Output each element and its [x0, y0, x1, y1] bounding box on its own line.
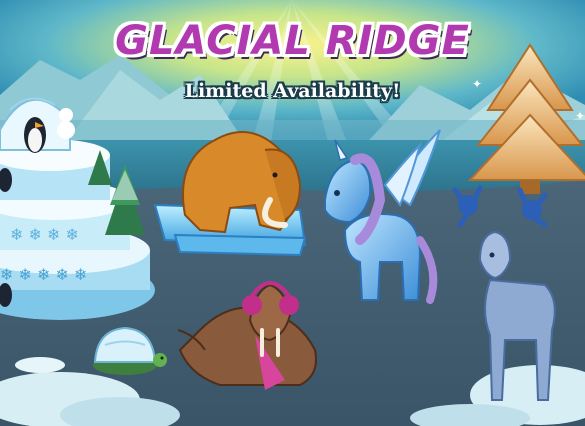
banner-subtitle: Limited Availability!: [184, 80, 401, 102]
game-scene: ❄ ❄ ❄ ❄ ❄ ❄ ❄ ❄ ❄ ✦ ✦ GLACIAL RIDGE Limi…: [0, 0, 585, 426]
banner-title: GLACIAL RIDGE: [115, 18, 470, 64]
svg-text:❄ ❄ ❄ ❄ ❄: ❄ ❄ ❄ ❄ ❄: [0, 265, 87, 284]
svg-text:✦: ✦: [575, 109, 585, 123]
svg-text:❄ ❄ ❄ ❄: ❄ ❄ ❄ ❄: [10, 225, 79, 244]
